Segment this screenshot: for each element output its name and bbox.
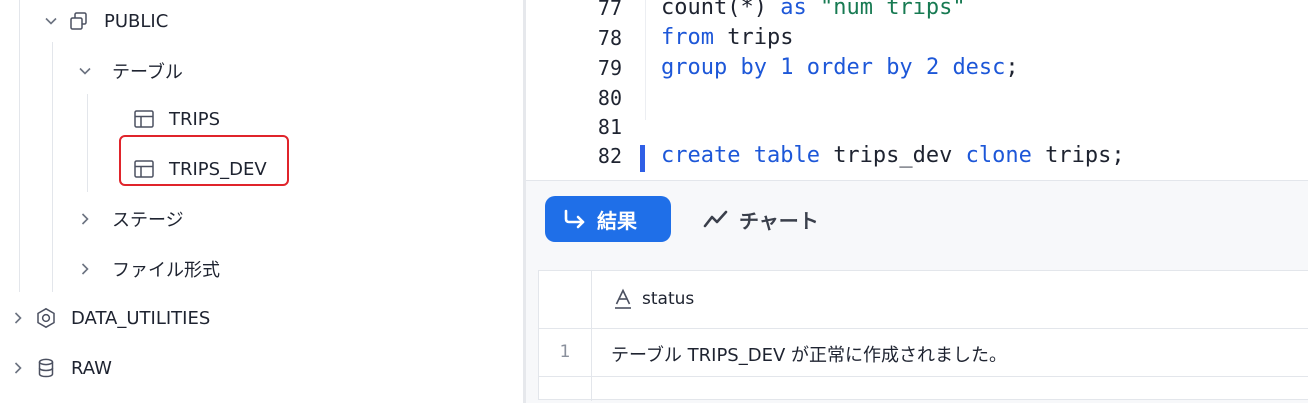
tree-node-stages-folder[interactable]: ステージ — [78, 204, 184, 234]
tree-node-label: TRIPS_DEV — [169, 158, 267, 180]
chevron-right-icon[interactable] — [11, 311, 25, 325]
chevron-right-icon[interactable] — [11, 361, 25, 375]
column-header-status[interactable]: status — [614, 288, 694, 310]
return-arrow-icon — [564, 209, 585, 229]
line-chart-icon — [703, 210, 728, 228]
sql-string: "num trips" — [819, 0, 966, 20]
tree-node-label: RAW — [71, 357, 112, 379]
sql-keyword: 1 — [780, 55, 807, 80]
line-number: 81 — [597, 115, 622, 139]
tab-chart-label: チャート — [739, 208, 819, 233]
tree-node-db-data-utilities[interactable]: DATA_UTILITIES — [11, 303, 210, 333]
table-icon — [134, 110, 154, 128]
tree-node-label: テーブル — [112, 62, 183, 83]
row-number: 1 — [559, 342, 571, 362]
tree-node-tables-folder[interactable]: テーブル — [78, 56, 183, 86]
code-line[interactable]: count(*) as "num trips" — [661, 0, 966, 23]
sql-identifier: count(*) — [661, 0, 781, 20]
tree-node-file-formats-folder[interactable]: ファイル形式 — [78, 254, 220, 284]
tree-node-label: DATA_UTILITIES — [71, 307, 211, 329]
sql-keyword: clone — [965, 143, 1046, 168]
tab-results[interactable]: 結果 — [545, 196, 671, 242]
tree-node-public-schema[interactable]: PUBLIC — [44, 6, 168, 36]
sql-keyword: create table — [661, 143, 834, 168]
tree-node-table-trips-dev[interactable]: TRIPS_DEV — [133, 154, 267, 184]
sql-keyword: as — [780, 0, 820, 20]
line-number: 78 — [597, 26, 622, 50]
tab-results-label: 結果 — [597, 208, 637, 233]
grid-column-divider — [591, 271, 592, 401]
tree-node-table-trips[interactable]: TRIPS — [133, 104, 220, 134]
tree-node-label: ステージ — [112, 210, 184, 231]
grid-row-divider — [539, 376, 1308, 377]
sql-keyword: from — [661, 25, 728, 50]
code-line[interactable]: group by 1 order by 2 desc; — [661, 53, 1019, 83]
active-line-marker — [640, 145, 645, 172]
sql-identifier: trips_dev — [833, 143, 966, 168]
line-number: 77 — [597, 0, 622, 20]
sql-identifier: trips; — [1045, 143, 1125, 168]
tab-chart[interactable]: チャート — [703, 196, 819, 242]
chevron-down-icon[interactable] — [44, 14, 58, 28]
text-type-icon — [615, 288, 631, 309]
results-panel: 結果 チャート status 1 テーブル TRIPS_DEV が正常に作成され… — [526, 180, 1308, 403]
sql-editor[interactable]: 77 count(*) as "num trips" 78 from trips 79 g… — [526, 0, 1308, 180]
database-icon — [38, 358, 54, 378]
tree-node-label: PUBLIC — [104, 10, 169, 32]
sql-keyword: desc — [952, 55, 1006, 80]
tree-guide-line — [52, 42, 53, 292]
chevron-right-icon[interactable] — [78, 212, 92, 226]
line-number: 80 — [597, 86, 622, 110]
schema-icon — [70, 12, 87, 30]
line-number: 82 — [597, 144, 622, 168]
tree-guide-line — [87, 94, 88, 192]
column-header-label: status — [642, 289, 695, 309]
tree-node-label: TRIPS — [169, 108, 221, 130]
shared-database-icon — [37, 307, 55, 329]
code-line[interactable]: from trips — [661, 23, 793, 53]
sql-keyword: 2 — [925, 55, 953, 80]
tree-node-label: ファイル形式 — [112, 260, 220, 281]
sql-keyword: group by — [661, 55, 781, 80]
sql-keyword: order by — [806, 55, 926, 80]
tree-guide-line — [19, 0, 20, 292]
table-icon — [134, 160, 154, 178]
chevron-right-icon[interactable] — [78, 262, 92, 276]
sql-identifier: trips — [727, 25, 794, 50]
tree-node-db-raw[interactable]: RAW — [11, 353, 112, 383]
sql-identifier: ; — [1005, 55, 1019, 80]
chevron-down-icon[interactable] — [78, 64, 92, 78]
code-line[interactable]: create table trips_dev clone trips; — [661, 141, 1125, 171]
table-cell[interactable]: テーブル TRIPS_DEV が正常に作成されました。 — [611, 341, 1007, 367]
line-number: 79 — [597, 56, 622, 80]
indent-guide — [645, 0, 646, 120]
object-explorer-tree: PUBLIC テーブル TRIPS TRIPS_DEV ステージ ファイル形式 — [0, 0, 525, 403]
results-grid: status 1 テーブル TRIPS_DEV が正常に作成されました。 — [538, 270, 1308, 401]
